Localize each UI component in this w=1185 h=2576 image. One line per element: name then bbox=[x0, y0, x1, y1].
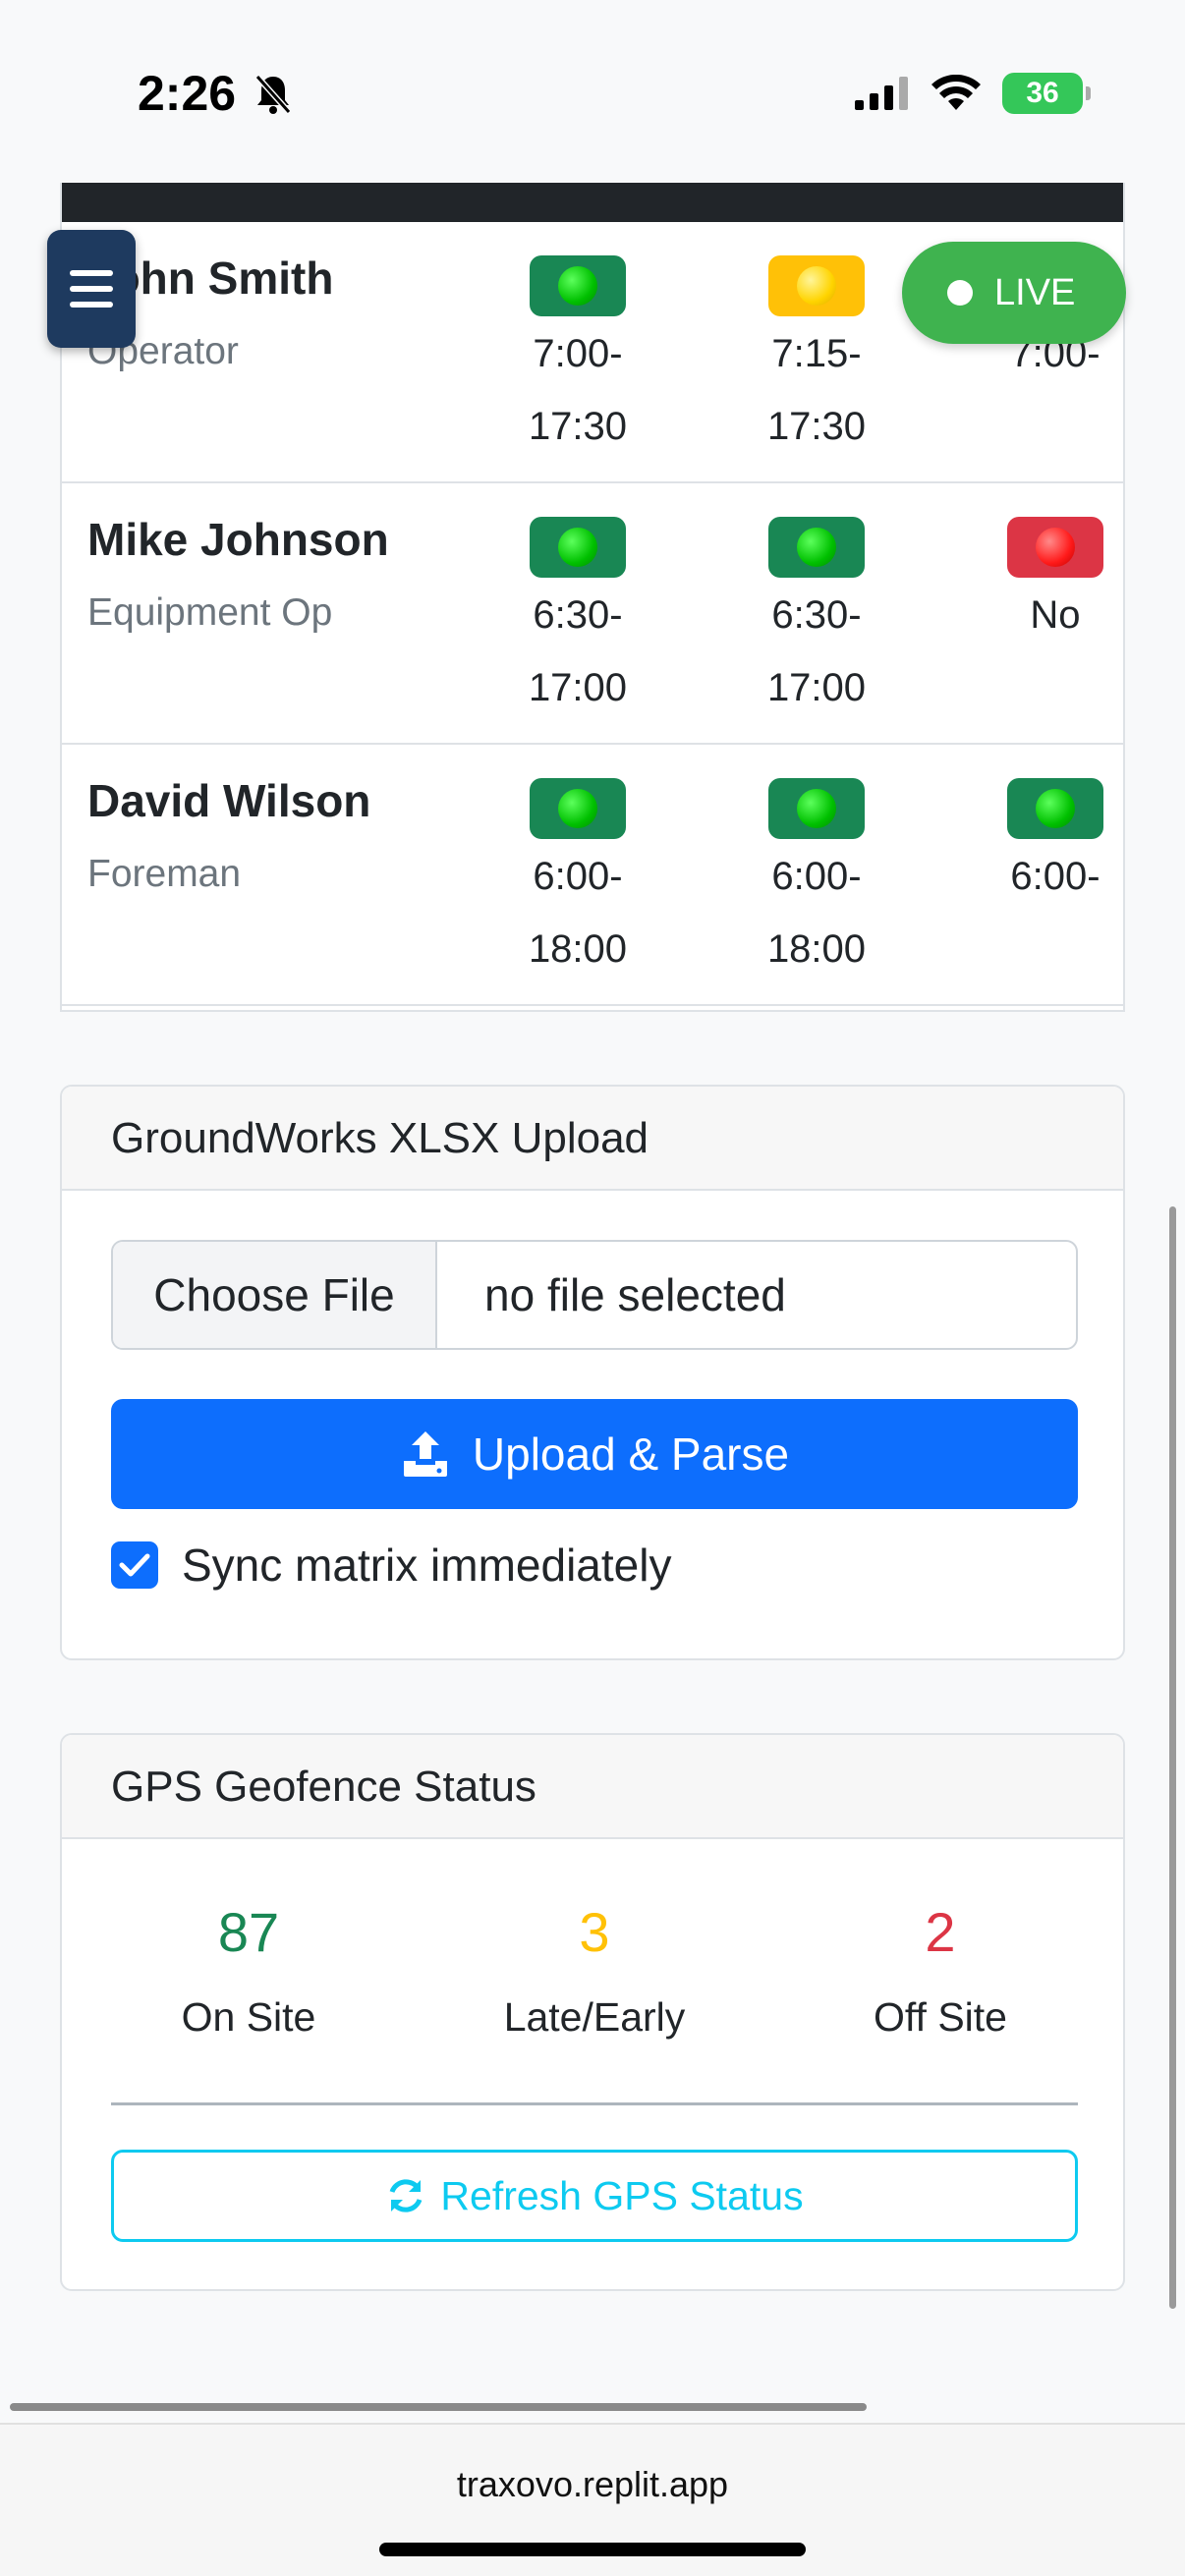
shift-end: 17:00 bbox=[766, 666, 867, 709]
wifi-icon bbox=[931, 75, 981, 110]
choose-file-button[interactable]: Choose File bbox=[113, 1242, 437, 1348]
status-indicator bbox=[530, 517, 626, 578]
status-light-icon bbox=[558, 789, 597, 828]
browser-bottom-bar: traxovo.replit.app bbox=[0, 2423, 1185, 2576]
status-indicator bbox=[768, 255, 865, 316]
gps-stats: 87 On Site 3 Late/Early 2 Off Site bbox=[111, 1898, 1078, 2095]
home-indicator[interactable] bbox=[379, 2543, 806, 2556]
status-indicator bbox=[1007, 778, 1103, 839]
status-indicator bbox=[768, 517, 865, 578]
status-indicator bbox=[530, 255, 626, 316]
gps-card-title: GPS Geofence Status bbox=[62, 1735, 1123, 1839]
status-light-icon bbox=[797, 528, 836, 567]
stat-label: Late/Early bbox=[503, 1994, 686, 2040]
shift-start: 6:00- bbox=[1010, 855, 1100, 898]
live-indicator-button[interactable]: LIVE bbox=[902, 242, 1126, 344]
clock: 2:26 bbox=[138, 66, 237, 121]
shift-end: 18:00 bbox=[528, 927, 628, 971]
upload-button-label: Upload & Parse bbox=[472, 1428, 790, 1480]
status-light-icon bbox=[1036, 528, 1075, 567]
stat-value: 2 bbox=[925, 1901, 956, 1963]
table-row: David Wilson Foreman 6:00- 18:00 6:00- 1… bbox=[62, 745, 1123, 1006]
file-input[interactable]: Choose File no file selected bbox=[111, 1240, 1078, 1350]
bell-muted-icon bbox=[254, 75, 292, 114]
shift-end: 17:30 bbox=[528, 405, 628, 448]
file-status: no file selected bbox=[484, 1269, 786, 1320]
shift-cell[interactable]: 7:15- 17:30 bbox=[718, 255, 915, 462]
table-row: Mike Johnson Equipment Op 6:30- 17:00 6:… bbox=[62, 483, 1123, 745]
shift-end: 17:00 bbox=[528, 666, 628, 709]
shift-start: 7:00- bbox=[533, 332, 623, 375]
employee-role: Equipment Op bbox=[87, 591, 333, 634]
shift-start: 6:00- bbox=[771, 855, 862, 898]
status-light-icon bbox=[558, 266, 597, 306]
shift-start: 6:00- bbox=[533, 855, 623, 898]
shift-cell[interactable]: 7:00- 17:30 bbox=[480, 255, 676, 462]
shift-cell[interactable]: 6:00- 18:00 bbox=[480, 778, 676, 984]
status-indicator bbox=[530, 778, 626, 839]
stat-value: 3 bbox=[579, 1901, 610, 1963]
cellular-signal-icon bbox=[855, 77, 908, 110]
battery-icon: 36 bbox=[1002, 73, 1091, 114]
battery-level: 36 bbox=[1026, 77, 1059, 109]
horizontal-scrollbar[interactable] bbox=[10, 2403, 867, 2411]
shift-cell[interactable]: 6:30- 17:00 bbox=[718, 517, 915, 723]
shift-start: No bbox=[1030, 593, 1081, 637]
stat-value: 87 bbox=[217, 1901, 280, 1963]
refresh-gps-button[interactable]: Refresh GPS Status bbox=[111, 2150, 1078, 2242]
live-label: LIVE bbox=[994, 271, 1076, 313]
gps-card: GPS Geofence Status 87 On Site 3 Late/Ea… bbox=[60, 1733, 1125, 2291]
stat-label: Off Site bbox=[874, 1994, 1007, 2040]
upload-card-title: GroundWorks XLSX Upload bbox=[62, 1087, 1123, 1191]
status-light-icon bbox=[797, 266, 836, 306]
stat-off-site: 2 Off Site bbox=[803, 1898, 1078, 2041]
sync-label: Sync matrix immediately bbox=[182, 1540, 672, 1591]
shift-start: 7:15- bbox=[771, 332, 862, 375]
refresh-icon bbox=[390, 2179, 423, 2212]
shift-cell[interactable]: 6:30- 17:00 bbox=[480, 517, 676, 723]
shift-start: 6:30- bbox=[533, 593, 623, 637]
upload-icon bbox=[403, 1431, 447, 1477]
shift-cell[interactable]: 6:00- 18:00 bbox=[718, 778, 915, 984]
sync-checkbox[interactable] bbox=[111, 1541, 158, 1589]
status-bar: 2:26 36 bbox=[0, 0, 1185, 183]
hamburger-icon bbox=[70, 270, 113, 276]
status-light-icon bbox=[558, 528, 597, 567]
status-light-icon bbox=[1036, 789, 1075, 828]
employee-name: David Wilson bbox=[87, 775, 371, 826]
employee-role: Foreman bbox=[87, 853, 242, 895]
upload-parse-button[interactable]: Upload & Parse bbox=[111, 1399, 1078, 1509]
status-indicator bbox=[768, 778, 865, 839]
divider bbox=[111, 2102, 1078, 2105]
live-dot-icon bbox=[947, 280, 973, 306]
shift-cell[interactable]: 6:00- bbox=[957, 778, 1123, 914]
upload-card: GroundWorks XLSX Upload Choose File no f… bbox=[60, 1085, 1125, 1660]
url-label[interactable]: traxovo.replit.app bbox=[0, 2464, 1185, 2505]
stat-label: On Site bbox=[181, 1994, 316, 2040]
shift-start: 6:30- bbox=[771, 593, 862, 637]
checkmark-icon bbox=[119, 1553, 150, 1577]
table-header bbox=[62, 183, 1123, 222]
status-light-icon bbox=[797, 789, 836, 828]
sync-option[interactable]: Sync matrix immediately bbox=[111, 1539, 671, 1592]
shift-end: 18:00 bbox=[766, 927, 867, 971]
shift-end: 17:30 bbox=[766, 405, 867, 448]
stat-on-site: 87 On Site bbox=[111, 1898, 386, 2041]
stat-late-early: 3 Late/Early bbox=[457, 1898, 732, 2041]
menu-button[interactable] bbox=[47, 230, 136, 348]
vertical-scrollbar[interactable] bbox=[1169, 1206, 1176, 2309]
status-indicator bbox=[1007, 517, 1103, 578]
shift-cell[interactable]: No bbox=[957, 517, 1123, 652]
refresh-button-label: Refresh GPS Status bbox=[440, 2172, 804, 2218]
employee-name: Mike Johnson bbox=[87, 514, 389, 565]
